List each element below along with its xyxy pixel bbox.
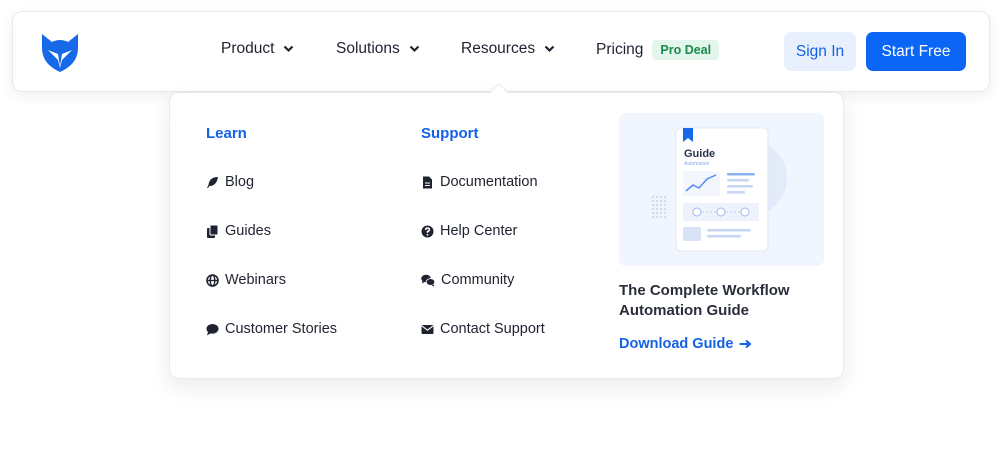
feature-title: The Complete Workflow Automation Guide bbox=[619, 282, 790, 319]
chevron-down-icon bbox=[544, 45, 555, 53]
sign-in-button[interactable]: Sign In bbox=[784, 32, 856, 71]
menu-link-label: Blog bbox=[225, 174, 255, 190]
copy-icon bbox=[207, 224, 219, 238]
menu-link-blog[interactable]: Blog bbox=[206, 174, 254, 190]
question-circle-icon bbox=[421, 225, 434, 237]
menu-link-community[interactable]: Community bbox=[421, 272, 514, 288]
menu-link-customer-stories[interactable]: Customer Stories bbox=[206, 321, 337, 337]
file-icon bbox=[423, 176, 432, 188]
menu-link-guides[interactable]: Guides bbox=[206, 223, 271, 239]
feather-icon bbox=[207, 176, 218, 188]
arrow-right-icon bbox=[739, 339, 752, 349]
chevron-down-icon bbox=[409, 45, 420, 53]
nav-pricing-label: Pricing bbox=[596, 41, 644, 58]
guide-document-illustration: Guide Automation bbox=[651, 127, 787, 252]
menu-link-label: Webinars bbox=[225, 272, 286, 288]
nav-product-label: Product bbox=[221, 40, 275, 57]
download-guide-link[interactable]: Download Guide bbox=[619, 336, 752, 352]
comment-icon bbox=[206, 323, 219, 335]
menu-link-label: Documentation bbox=[440, 174, 538, 190]
start-free-button[interactable]: Start Free bbox=[866, 32, 966, 71]
menu-link-documentation[interactable]: Documentation bbox=[421, 174, 538, 190]
nav-product[interactable]: Product bbox=[221, 40, 294, 58]
pro-deal-badge: Pro Deal bbox=[652, 40, 720, 60]
nav-solutions-label: Solutions bbox=[336, 40, 400, 57]
guide-illustration[interactable]: Guide Automation bbox=[619, 113, 824, 266]
support-heading: Support bbox=[421, 125, 479, 142]
menu-link-contact-support[interactable]: Contact Support bbox=[421, 321, 545, 337]
menu-link-help-center[interactable]: Help Center bbox=[421, 223, 517, 239]
chevron-down-icon bbox=[284, 45, 294, 53]
menu-link-label: Help Center bbox=[440, 223, 518, 239]
top-navbar: Product Solutions Resources Pricing Pro … bbox=[12, 11, 990, 92]
resources-dropdown: Learn Blog Guides Webinars Customer Stor… bbox=[169, 83, 844, 379]
menu-link-webinars[interactable]: Webinars bbox=[206, 272, 286, 288]
menu-link-label: Community bbox=[441, 272, 515, 288]
menu-link-label: Guides bbox=[225, 223, 271, 239]
menu-link-label: Customer Stories bbox=[225, 321, 338, 337]
brand-logo-icon[interactable] bbox=[38, 30, 82, 74]
nav-pricing[interactable]: Pricing Pro Deal bbox=[596, 40, 720, 60]
download-guide-label: Download Guide bbox=[619, 336, 734, 352]
nav-resources-label: Resources bbox=[461, 40, 536, 57]
nav-resources[interactable]: Resources bbox=[461, 40, 555, 58]
menu-link-label: Contact Support bbox=[440, 321, 545, 337]
comments-icon bbox=[421, 274, 435, 287]
globe-icon bbox=[206, 273, 219, 287]
guide-image-subtitle: Automation bbox=[684, 161, 710, 167]
nav-solutions[interactable]: Solutions bbox=[336, 40, 420, 58]
learn-heading: Learn bbox=[206, 125, 247, 142]
guide-image-title: Guide bbox=[684, 148, 715, 160]
envelope-icon bbox=[421, 324, 434, 334]
